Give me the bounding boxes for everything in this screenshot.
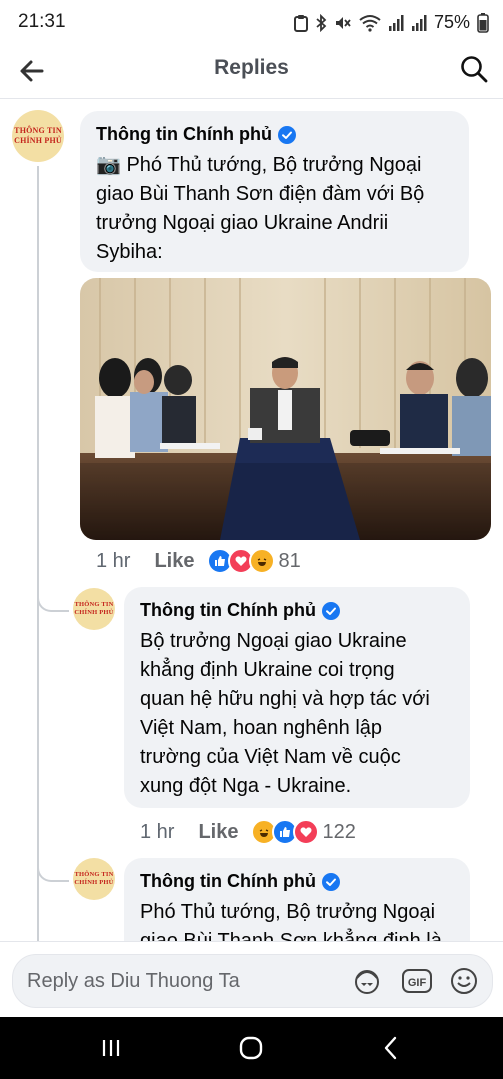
system-nav-bar	[0, 1017, 503, 1079]
recent-apps-icon[interactable]	[96, 1033, 126, 1063]
status-icons: 75%	[293, 12, 489, 33]
avatar-text: THÔNG TIN	[74, 600, 114, 608]
avatar[interactable]: THÔNG TIN CHÍNH PHỦ	[12, 110, 64, 162]
emoji-icon[interactable]	[448, 966, 480, 996]
comment-author[interactable]: Thông tin Chính phủ	[96, 124, 272, 145]
avatar-text: CHÍNH PHỦ	[14, 136, 62, 145]
comment-text-line: Việt Nam, hoan nghênh lập	[140, 717, 383, 739]
avatar-text: THÔNG TIN	[74, 870, 114, 878]
comment-author[interactable]: Thông tin Chính phủ	[140, 600, 316, 621]
comment-text-line: xung đột Nga - Ukraine.	[140, 775, 352, 797]
reply-input[interactable]: Reply as Diu Thuong Ta GIF	[12, 954, 493, 1008]
signal-icon	[388, 14, 404, 31]
comment-text-line: trưởng Ngoại giao Ukraine Andrii	[96, 212, 389, 234]
comment-text-line: Sybiha:	[96, 241, 163, 263]
love-reaction-icon	[292, 819, 319, 845]
avatar[interactable]: THÔNG TIN CHÍNH PHỦ	[73, 858, 115, 900]
verified-badge-icon	[321, 872, 340, 891]
comment-text-line: Bộ trưởng Ngoại giao Ukraine	[140, 630, 407, 652]
comment-text-line: Phó Thủ tướng, Bộ trưởng Ngoại	[140, 901, 436, 923]
status-bar: 21:31 75%	[0, 0, 503, 44]
reaction-count[interactable]: 81	[279, 550, 301, 573]
app-header: Replies	[0, 44, 503, 99]
comment-time[interactable]: 1 hr	[96, 550, 130, 573]
mute-icon	[335, 16, 351, 29]
search-icon[interactable]	[459, 54, 489, 84]
haha-reaction-icon	[248, 548, 275, 574]
gif-icon[interactable]: GIF	[401, 966, 433, 996]
reaction-count[interactable]: 122	[323, 821, 356, 844]
avatar[interactable]: THÔNG TIN CHÍNH PHỦ	[73, 588, 115, 630]
reply-composer-area: Reply as Diu Thuong Ta GIF	[0, 941, 503, 1018]
comment-text-line: 📷 Phó Thủ tướng, Bộ trưởng Ngoại	[96, 154, 422, 176]
wifi-icon	[359, 14, 381, 32]
avatar-text: CHÍNH PHỦ	[74, 879, 114, 886]
comment-meta: 1 hr Like 122	[140, 819, 356, 845]
avatar-text: CHÍNH PHỦ	[74, 609, 114, 616]
comment-meta: 1 hr Like 81	[96, 548, 301, 574]
comment-author[interactable]: Thông tin Chính phủ	[140, 871, 316, 892]
status-time: 21:31	[18, 11, 66, 32]
clipboard-icon	[293, 14, 308, 32]
thread-line	[37, 166, 39, 941]
comment-text-line: trường của Việt Nam về cuộc	[140, 746, 401, 768]
reply-placeholder: Reply as Diu Thuong Ta	[27, 970, 240, 992]
battery-level: 75%	[433, 12, 470, 32]
comment-bubble[interactable]: Thông tin Chính phủ 📷 Phó Thủ tướng, Bộ …	[80, 111, 469, 272]
avatar-sticker-icon[interactable]	[351, 966, 383, 996]
avatar-text: THÔNG TIN	[14, 126, 62, 135]
comment-text: 📷 Phó Thủ tướng, Bộ trưởng Ngoại giao Bù…	[96, 151, 424, 267]
comment-time[interactable]: 1 hr	[140, 821, 174, 844]
verified-badge-icon	[321, 601, 340, 620]
reaction-summary[interactable]	[250, 819, 319, 845]
like-button[interactable]: Like	[198, 821, 238, 844]
signal-icon-2	[411, 14, 427, 31]
svg-text:GIF: GIF	[408, 977, 427, 989]
comment-text-line: giao Bùi Thanh Sơn điện đàm với Bộ	[96, 183, 425, 205]
comment-text-line: quan hệ hữu nghị và hợp tác với	[140, 688, 430, 710]
back-icon[interactable]	[376, 1033, 406, 1063]
bluetooth-icon	[316, 13, 327, 32]
thread-connector	[37, 574, 69, 612]
reaction-summary[interactable]	[206, 548, 275, 574]
comment-bubble[interactable]: Thông tin Chính phủ Bộ trưởng Ngoại giao…	[124, 587, 470, 808]
verified-badge-icon	[277, 125, 296, 144]
thread-connector	[37, 844, 69, 882]
page-title: Replies	[214, 56, 289, 79]
home-icon[interactable]	[236, 1033, 266, 1063]
battery-icon	[477, 12, 489, 33]
comment-text-line: khẳng định Ukraine coi trọng	[140, 659, 395, 681]
like-button[interactable]: Like	[154, 550, 194, 573]
comment-text: Bộ trưởng Ngoại giao Ukraine khẳng định …	[140, 627, 430, 801]
comment-photo[interactable]	[80, 278, 491, 540]
